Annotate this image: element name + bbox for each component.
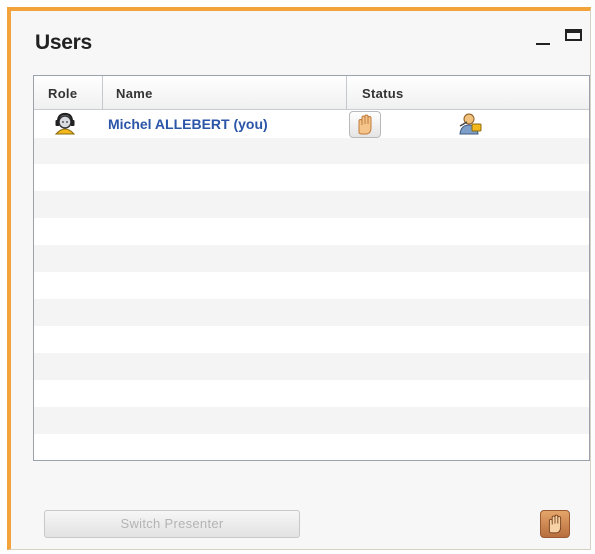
users-panel: Users Role Name Status Michel ALLEBERT (… [7, 7, 591, 550]
raise-hand-icon [358, 114, 372, 135]
panel-title: Users [35, 31, 92, 54]
column-header-name[interactable]: Name [116, 86, 153, 101]
column-header-status[interactable]: Status [362, 86, 404, 101]
moderator-icon [54, 112, 76, 135]
table-row[interactable]: Michel ALLEBERT (you) [34, 110, 589, 138]
maximize-button[interactable] [565, 29, 582, 41]
raise-hand-toggle-button[interactable] [540, 510, 570, 538]
grid-header: Role Name Status [34, 76, 589, 110]
switch-presenter-button[interactable]: Switch Presenter [44, 510, 300, 538]
column-header-role[interactable]: Role [48, 86, 77, 101]
presenter-icon[interactable] [457, 112, 483, 136]
raise-hand-icon [548, 514, 562, 534]
minimize-button[interactable] [534, 25, 552, 47]
users-titlebar: Users [11, 11, 590, 73]
users-grid: Role Name Status Michel ALLEBERT (you) [33, 75, 590, 461]
user-name: Michel ALLEBERT (you) [108, 116, 268, 132]
grid-rows: Michel ALLEBERT (you) [34, 110, 589, 460]
raise-hand-button[interactable] [349, 111, 381, 138]
